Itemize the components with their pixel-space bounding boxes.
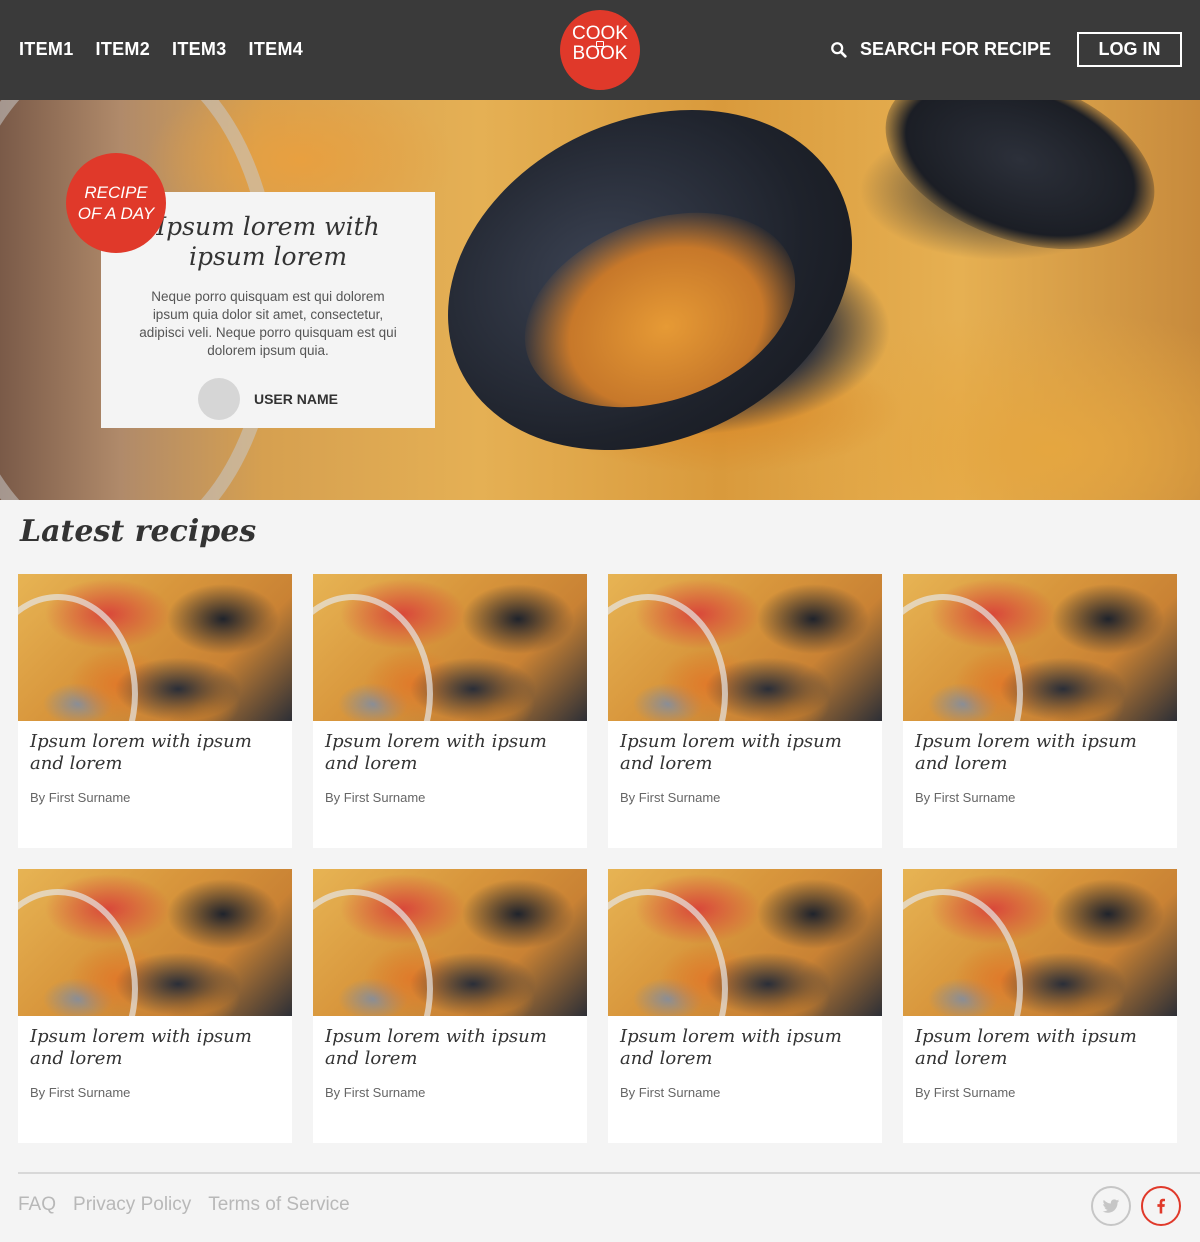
footer-link-privacy[interactable]: Privacy Policy (73, 1194, 191, 1216)
footer-links: FAQ Privacy Policy Terms of Service (18, 1194, 350, 1216)
recipe-card[interactable]: Ipsum lorem with ipsum and lorem By Firs… (608, 574, 882, 848)
recipe-of-day-badge: RECIPE OF A DAY (66, 153, 166, 253)
recipe-card[interactable]: Ipsum lorem with ipsum and lorem By Firs… (18, 869, 292, 1143)
recipe-grid: Ipsum lorem with ipsum and lorem By Firs… (18, 574, 1180, 1143)
search-label: SEARCH FOR RECIPE (860, 39, 1052, 59)
recipe-card-author: By First Surname (30, 1085, 131, 1100)
recipe-thumbnail[interactable] (313, 869, 587, 1016)
recipe-card-author: By First Surname (30, 790, 131, 805)
twitter-button[interactable] (1091, 1186, 1131, 1226)
badge-line-2: OF A DAY (77, 204, 155, 223)
logo-text-top: COOK (572, 23, 628, 44)
recipe-card-title[interactable]: Ipsum lorem with ipsum and lorem (608, 1016, 882, 1070)
recipe-thumbnail[interactable] (18, 869, 292, 1016)
search-icon (831, 41, 847, 58)
nav-item-3[interactable]: ITEM3 (172, 39, 227, 60)
footer-divider (18, 1172, 1200, 1174)
logo-text-bottom: BOOK (572, 43, 628, 64)
nav-item-2[interactable]: ITEM2 (96, 39, 151, 60)
facebook-button[interactable] (1141, 1186, 1181, 1226)
recipe-thumbnail[interactable] (313, 574, 587, 721)
login-button[interactable]: LOG IN (1077, 32, 1182, 67)
recipe-card[interactable]: Ipsum lorem with ipsum and lorem By Firs… (903, 869, 1177, 1143)
recipe-author[interactable]: USER NAME (101, 378, 435, 420)
recipe-card[interactable]: Ipsum lorem with ipsum and lorem By Firs… (18, 574, 292, 848)
recipe-card-author: By First Surname (325, 1085, 426, 1100)
recipe-card[interactable]: Ipsum lorem with ipsum and lorem By Firs… (313, 869, 587, 1143)
recipe-thumbnail[interactable] (903, 574, 1177, 721)
recipe-card[interactable]: Ipsum lorem with ipsum and lorem By Firs… (903, 574, 1177, 848)
site-header: ITEM1 ITEM2 ITEM3 ITEM4 COOK BOOK SEARCH… (0, 0, 1200, 100)
badge-line-1: RECIPE (84, 183, 148, 202)
recipe-card-author: By First Surname (620, 1085, 721, 1100)
recipe-card[interactable]: Ipsum lorem with ipsum and lorem By Firs… (608, 869, 882, 1143)
recipe-card-author: By First Surname (620, 790, 721, 805)
recipe-card-title[interactable]: Ipsum lorem with ipsum and lorem (608, 721, 882, 775)
latest-recipes-heading: Latest recipes (20, 514, 257, 549)
recipe-thumbnail[interactable] (608, 869, 882, 1016)
footer-link-terms[interactable]: Terms of Service (208, 1194, 349, 1216)
recipe-card-author: By First Surname (915, 790, 1016, 805)
nav-item-4[interactable]: ITEM4 (249, 39, 304, 60)
recipe-thumbnail[interactable] (18, 574, 292, 721)
recipe-card-title[interactable]: Ipsum lorem with ipsum and lorem (18, 721, 292, 775)
user-name[interactable]: USER NAME (254, 391, 338, 407)
hero-mussel-decoration (861, 100, 1179, 284)
footer-link-faq[interactable]: FAQ (18, 1194, 56, 1216)
search-button[interactable]: SEARCH FOR RECIPE (830, 39, 1051, 60)
recipe-thumbnail[interactable] (903, 869, 1177, 1016)
avatar[interactable] (197, 378, 240, 420)
recipe-card-title[interactable]: Ipsum lorem with ipsum and lorem (313, 1016, 587, 1070)
twitter-icon (1102, 1199, 1120, 1213)
recipe-card-title[interactable]: Ipsum lorem with ipsum and lorem (903, 1016, 1177, 1070)
recipe-card-author: By First Surname (915, 1085, 1016, 1100)
cookbook-logo[interactable]: COOK BOOK (560, 10, 640, 90)
recipe-card-author: By First Surname (325, 790, 426, 805)
facebook-icon (1157, 1198, 1165, 1214)
recipe-of-day-description: Neque porro quisquam est qui dolorem ips… (139, 289, 397, 358)
recipe-card[interactable]: Ipsum lorem with ipsum and lorem By Firs… (313, 574, 587, 848)
nav-item-1[interactable]: ITEM1 (19, 39, 74, 60)
recipe-card-title[interactable]: Ipsum lorem with ipsum and lorem (18, 1016, 292, 1070)
recipe-card-title[interactable]: Ipsum lorem with ipsum and lorem (903, 721, 1177, 775)
recipe-card-title[interactable]: Ipsum lorem with ipsum and lorem (313, 721, 587, 775)
recipe-thumbnail[interactable] (608, 574, 882, 721)
main-nav: ITEM1 ITEM2 ITEM3 ITEM4 (19, 39, 303, 60)
